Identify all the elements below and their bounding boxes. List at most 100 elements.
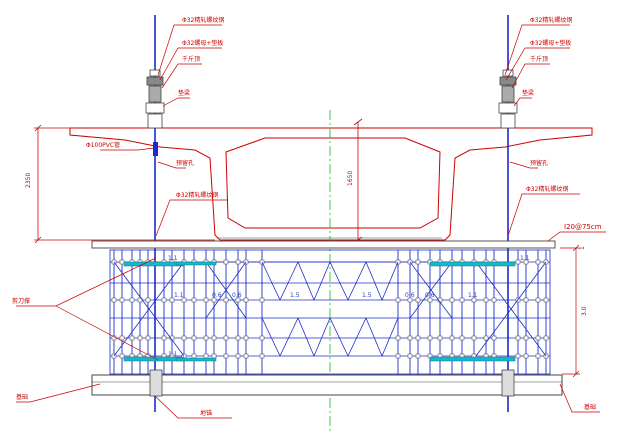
scaffold-coupler [235,353,241,359]
scaffold-coupler [191,353,197,359]
top-beam-dim: 1 [579,246,586,250]
right-height-dim: 3.0 [581,306,588,316]
pier-label-bot-left: 1.1 [168,351,178,358]
truss-diagonal [365,317,383,357]
scaffold-coupler [243,297,249,303]
callout-left-brace: 剪刀撑 [12,297,30,305]
scaffold-coupler [407,353,413,359]
truss-diagonal [313,261,331,301]
scaffold-coupler [161,335,167,341]
box-height-dim: 1650 [347,171,354,186]
callout-beam-spec: I20@75cm [564,223,602,231]
scaffold-coupler [395,335,401,341]
scaffold-coupler [129,297,135,303]
scaffold-coupler [137,335,143,341]
callout-left-foundation: 基础 [16,393,28,401]
scaffold-coupler [119,335,125,341]
scaffold-coupler [191,297,197,303]
pier-label-mid-l2: 0.6 [212,292,222,299]
truss-diagonal [381,261,399,301]
scaffold-coupler [535,353,541,359]
scaffold-coupler [211,353,217,359]
right-pile-block [501,369,515,397]
scaffold-coupler [491,297,497,303]
pier-label-right-top: 1.1 [520,255,530,262]
scaffold-coupler [223,259,229,265]
scaffold-coupler [523,335,529,341]
scaffold-coupler [535,335,541,341]
scaffold-coupler [415,353,421,359]
callout-left-pile: 地锚 [200,409,212,417]
scaffold-coupler [259,297,265,303]
truss-diagonal [329,317,349,357]
scaffold-coupler [483,297,489,303]
pier-label-mid-l3: 0.6 [232,292,242,299]
scaffold-coupler [223,297,229,303]
scaffold-coupler [145,335,151,341]
scaffold-coupler [543,297,549,303]
scaffold-coupler [395,353,401,359]
callout-leaders [16,24,606,419]
callout-right-rod: Φ32精轧螺纹钢 [526,185,568,193]
truss-diagonal [347,317,367,357]
scaffold-coupler [395,297,401,303]
callout-right-beam: 垫梁 [522,89,534,97]
scaffold-coupler [211,335,217,341]
scaffold-coupler [119,353,125,359]
scaffold-coupler [437,335,443,341]
scaffold-coupler [223,353,229,359]
scaffold-coupler [161,297,167,303]
scaffold-coupler [523,297,529,303]
scaffold-coupler [523,353,529,359]
truss-diagonal [329,261,349,301]
left-anchor-assembly [145,69,165,129]
pier-label-mid-c2: 1.5 [362,292,372,299]
pier-label-mid-c1: 1.5 [290,292,300,299]
scaffold-coupler [203,335,209,341]
truss-diagonal [381,317,399,357]
scaffold-coupler [535,259,541,265]
scaffold-coupler [145,297,151,303]
callout-left-anchor: Φ32螺母+垫板 [182,39,223,47]
scaffold-coupler [459,297,465,303]
scaffold-coupler [543,335,549,341]
scaffold-coupler [491,335,497,341]
scaffold-coupler [415,259,421,265]
scaffold-coupler [459,335,465,341]
scaffold-coupler [119,259,125,265]
scaffold-coupler [235,335,241,341]
scaffold-coupler [129,335,135,341]
top-cross-beam [91,240,556,249]
right-anchor-assembly [498,69,518,129]
callout-left-hole: 预留孔 [176,159,194,167]
scaffold-coupler [223,335,229,341]
callout-right-hole: 预留孔 [530,159,548,167]
callout-left-rod: Φ32精轧螺纹钢 [176,191,218,199]
pier-label-top-left: 1.1 [168,255,178,262]
pier-label-mid-r3: 1.1 [468,292,478,299]
distribution-beams [123,261,516,362]
foundation-slab [91,374,563,396]
scaffold-coupler [415,335,421,341]
callout-left-jack: 千斤顶 [182,55,200,63]
scaffold-coupler [449,335,455,341]
box-cell-void [225,137,441,229]
truss-diagonal [261,317,281,357]
box-girder-section [69,127,593,241]
callout-left-bar: Φ32精轧螺纹钢 [182,16,224,24]
formwork-section-drawing: 2350 1650 3.0 1 Φ32精轧螺纹钢 Φ32螺母+垫板 千斤顶 垫梁… [12,15,606,432]
scaffold-coupler [427,335,433,341]
callout-right-jack: 千斤顶 [530,55,548,63]
scaffold-coupler [243,335,249,341]
scaffold-coupler [203,297,209,303]
truss-diagonal [297,317,315,357]
scaffold-coupler [415,297,421,303]
scaffold-coupler [203,353,209,359]
scaffold-coupler [515,335,521,341]
scaffold-coupler [119,297,125,303]
scaffold-coupler [449,297,455,303]
pier-label-mid-l1: 1.1 [174,292,184,299]
truss-diagonal [279,317,299,357]
truss-diagonal [261,261,281,301]
scaffold-coupler [111,297,117,303]
